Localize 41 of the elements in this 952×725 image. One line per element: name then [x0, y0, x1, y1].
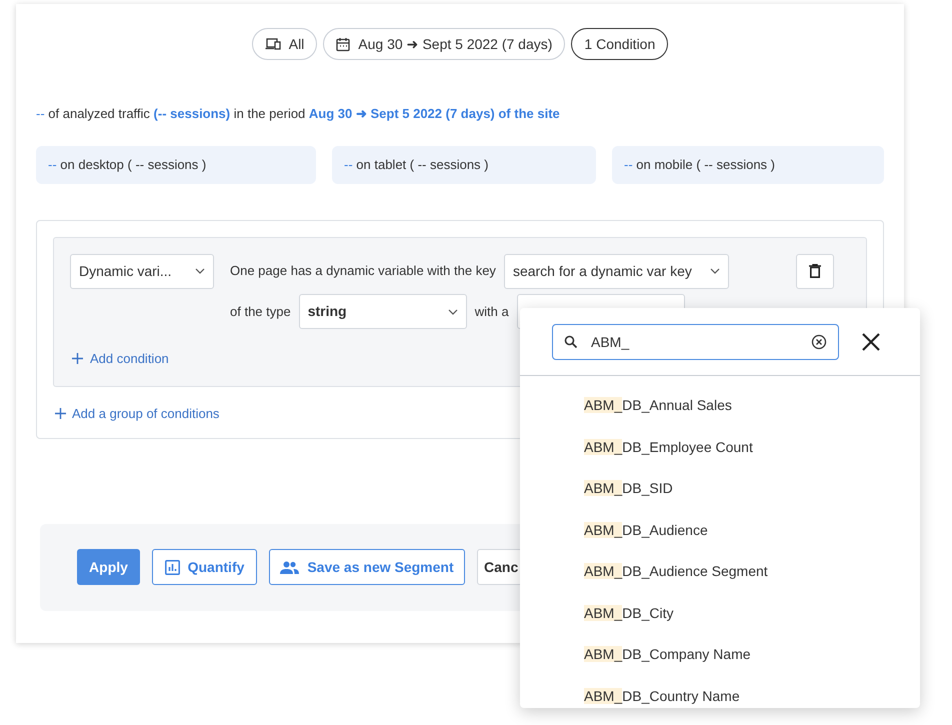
trash-icon [808, 264, 821, 278]
close-icon[interactable] [861, 332, 881, 352]
chevron-down-icon [195, 268, 205, 274]
summary-text: -- of analyzed traffic (-- sessions) in the period Aug 30 ➜ Sept 5 2022 (7 days) of the site [36, 105, 561, 123]
list-item[interactable]: ABM_DB_Employee Count [584, 436, 753, 458]
plus-icon [55, 408, 66, 419]
delete-button[interactable] [796, 254, 834, 288]
condition-text: of the type [230, 302, 291, 321]
condition-text: with a [474, 302, 509, 321]
chevron-down-icon [448, 308, 458, 314]
plus-icon [72, 352, 83, 364]
bar-chart-icon [164, 560, 180, 574]
list-item[interactable]: ABM_DB_Annual Sales [584, 395, 732, 416]
devices-icon [264, 37, 281, 51]
list-item[interactable]: ABM_DB_SID [584, 478, 673, 500]
list-item[interactable]: ABM_DB_Audience [584, 520, 708, 541]
clear-icon[interactable] [811, 334, 827, 350]
chevron-down-icon [710, 268, 720, 274]
device-stat: -- on tablet ( -- sessions ) [344, 156, 488, 174]
add-condition-link[interactable]: Add condition [72, 348, 169, 368]
search-icon [564, 334, 578, 348]
list-item[interactable]: ABM_DB_Company Name [584, 644, 751, 666]
list-item[interactable]: ABM_DB_Country Name [584, 686, 740, 707]
people-icon [280, 560, 300, 574]
select-dropdown[interactable]: search for a dynamic var key [504, 254, 729, 288]
filter-chip[interactable]: Aug 30 ➜ Sept 5 2022 (7 days) [323, 28, 566, 60]
calendar-icon [336, 36, 350, 52]
select-dropdown[interactable]: string [298, 294, 467, 329]
list-item[interactable]: ABM_DB_Audience Segment [584, 561, 768, 582]
quantify-button[interactable]: Quantify [152, 549, 257, 585]
apply-button[interactable]: Apply [77, 549, 140, 585]
save-segment-button[interactable]: Save as new Segment [269, 549, 465, 585]
add-group-link[interactable]: Add a group of conditions [55, 404, 220, 423]
filter-chip[interactable]: All [252, 28, 318, 60]
filter-chip[interactable]: 1 Condition [571, 28, 668, 60]
device-stat: -- on mobile ( -- sessions ) [624, 156, 775, 174]
condition-text: One page has a dynamic variable with the key [230, 262, 496, 280]
list-item[interactable]: ABM_DB_City [584, 602, 674, 624]
search-field[interactable]: ABM_ [552, 324, 839, 360]
device-stat: -- on desktop ( -- sessions ) [48, 156, 206, 174]
select-dropdown[interactable]: Dynamic vari... [70, 254, 214, 288]
